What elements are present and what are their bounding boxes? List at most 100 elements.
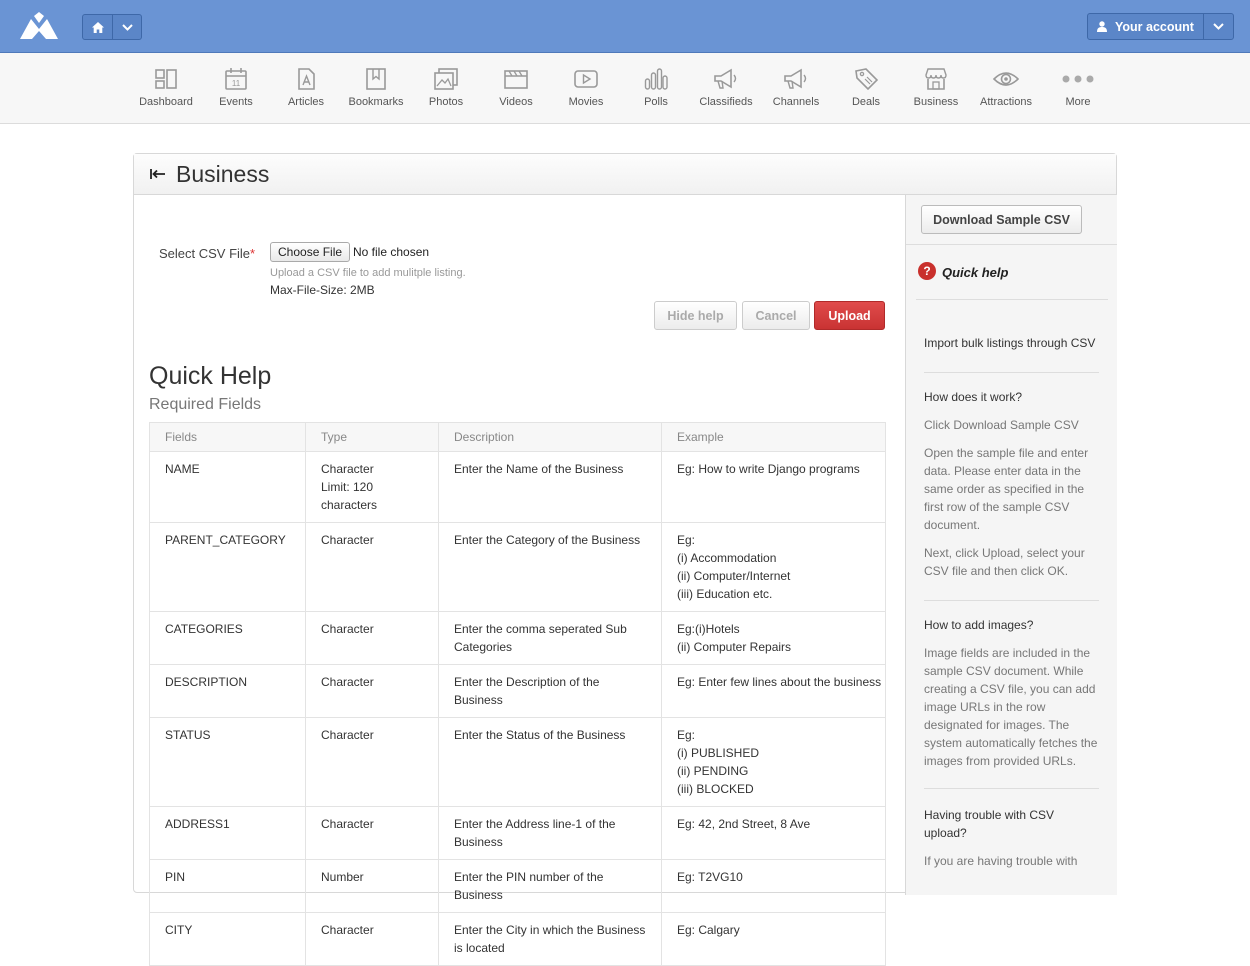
description-cell: Enter the comma seperated Sub Categories xyxy=(438,611,662,665)
trouble-heading: Having trouble with CSV upload? xyxy=(924,808,1055,840)
download-sample-csv-button[interactable]: Download Sample CSV xyxy=(921,205,1082,234)
nav-item-events[interactable]: 11 Events xyxy=(201,68,271,108)
video-icon xyxy=(504,70,528,89)
cancel-button[interactable]: Cancel xyxy=(742,301,810,330)
nav-item-photos[interactable]: Photos xyxy=(411,68,481,108)
type-cell: Character xyxy=(305,806,439,860)
upload-hint: Upload a CSV file to add mulitple listin… xyxy=(270,267,466,279)
type-line: Character xyxy=(321,817,374,831)
type-line: Limit: 120 characters xyxy=(321,480,378,512)
example-line: Eg: 42, 2nd Street, 8 Ave xyxy=(677,817,811,831)
type-cell: Character xyxy=(305,664,439,718)
choose-file-button[interactable]: Choose File xyxy=(270,242,351,262)
nav-item-more[interactable]: More xyxy=(1043,68,1113,108)
photo-icon xyxy=(434,68,458,90)
home-icon xyxy=(91,21,104,33)
type-cell: Character Limit: 120 characters xyxy=(305,451,439,523)
type-line: Character xyxy=(321,923,374,937)
field-cell: CITY xyxy=(149,912,306,966)
example-line: Eg: Enter few lines about the business xyxy=(677,675,882,689)
question-icon: ? xyxy=(918,262,936,280)
example-line: (i) PUBLISHED xyxy=(677,746,760,760)
nav-item-movies[interactable]: Movies xyxy=(551,68,621,108)
example-line: Eg: Calgary xyxy=(677,923,740,937)
field-cell: DESCRIPTION xyxy=(149,664,306,718)
nav-item-bookmarks[interactable]: Bookmarks xyxy=(341,68,411,108)
back-arrow-icon[interactable] xyxy=(150,168,166,180)
type-line: Character xyxy=(321,675,374,689)
max-file-size: Max-File-Size: 2MB xyxy=(270,283,375,297)
nav-label: Deals xyxy=(851,96,881,108)
type-line: Character xyxy=(321,728,374,742)
home-button[interactable] xyxy=(83,15,112,39)
description-cell: Enter the PIN number of the Business xyxy=(438,859,662,913)
column-header: Example xyxy=(661,422,886,452)
example-line: Eg: T2VG10 xyxy=(677,870,743,884)
nav-label: Videos xyxy=(499,96,533,108)
table-row: ADDRESS1 Character Enter the Address lin… xyxy=(149,806,886,860)
example-cell: Eg: Enter few lines about the business xyxy=(661,664,886,718)
column-header: Description xyxy=(438,422,662,452)
type-line: Number xyxy=(321,870,364,884)
nav-item-polls[interactable]: Polls xyxy=(621,68,691,108)
home-dropdown-button[interactable] xyxy=(112,15,141,39)
example-line: Eg:(i)Hotels xyxy=(677,622,740,636)
example-cell: Eg: (i) PUBLISHED (ii) PENDING (iii) BLO… xyxy=(661,717,886,807)
table-row: STATUS Character Enter the Status of the… xyxy=(149,717,886,807)
hide-help-button[interactable]: Hide help xyxy=(654,301,737,330)
nav-item-attractions[interactable]: Attractions xyxy=(971,68,1041,108)
table-row: CATEGORIES Character Enter the comma sep… xyxy=(149,611,886,665)
calendar-icon: 11 xyxy=(225,68,247,90)
file-status: No file chosen xyxy=(353,245,430,259)
images-heading: How to add images? xyxy=(924,618,1034,632)
field-cell: ADDRESS1 xyxy=(149,806,306,860)
description-cell: Enter the Address line-1 of the Business xyxy=(438,806,662,860)
user-icon xyxy=(1097,21,1107,32)
nav-label: Channels xyxy=(772,96,820,108)
table-header-row: Fields Type Description Example xyxy=(149,422,886,452)
nav-label: Classifieds xyxy=(699,96,753,108)
example-cell: Eg: Calgary xyxy=(661,912,886,966)
example-line: (i) Accommodation xyxy=(677,551,777,565)
type-line: Character xyxy=(321,462,374,476)
nav-item-deals[interactable]: Deals xyxy=(831,68,901,108)
tag-icon xyxy=(855,68,878,90)
nav-item-channels[interactable]: Channels xyxy=(761,68,831,108)
help-sidebar: Download Sample CSV ? Quick help Import … xyxy=(905,195,1117,895)
how-step-3: Next, click Upload, select your CSV file… xyxy=(924,546,1085,578)
type-cell: Character xyxy=(305,912,439,966)
account-label: Your account xyxy=(1115,19,1194,34)
divider xyxy=(924,600,1099,601)
quick-help-heading: Quick Help xyxy=(149,362,272,390)
nav-item-videos[interactable]: Videos xyxy=(481,68,551,108)
account-button[interactable]: Your account xyxy=(1088,14,1203,39)
table-row: PIN Number Enter the PIN number of the B… xyxy=(149,859,886,913)
example-line: Eg: xyxy=(677,728,696,742)
csv-file-label: Select CSV File* xyxy=(159,246,255,261)
nav-item-dashboard[interactable]: Dashboard xyxy=(131,68,201,108)
type-cell: Character xyxy=(305,717,439,807)
logo[interactable] xyxy=(18,12,60,40)
nav-item-articles[interactable]: Articles xyxy=(271,68,341,108)
eye-icon xyxy=(993,72,1019,86)
table-row: CITY Character Enter the City in which t… xyxy=(149,912,886,966)
chevron-down-icon xyxy=(121,23,133,31)
example-cell: Eg:(i)Hotels (ii) Computer Repairs xyxy=(661,611,886,665)
nav-item-business[interactable]: Business xyxy=(901,68,971,108)
nav-label: Events xyxy=(219,96,253,108)
example-cell: Eg: How to write Django programs xyxy=(661,451,886,523)
store-icon xyxy=(925,68,947,90)
trouble-text: If you are having trouble with xyxy=(924,854,1078,868)
panel-header: Business xyxy=(134,154,1116,195)
column-header: Fields xyxy=(149,422,306,452)
nav-item-classifieds[interactable]: Classifieds xyxy=(691,68,761,108)
account-menu[interactable]: Your account xyxy=(1087,13,1234,40)
nav-label: Business xyxy=(913,96,959,108)
nav-label: Photos xyxy=(428,96,464,108)
upload-button[interactable]: Upload xyxy=(814,301,885,330)
description-cell: Enter the Category of the Business xyxy=(438,522,662,612)
csv-file-label-text: Select CSV File xyxy=(159,246,251,261)
description-cell: Enter the City in which the Business is … xyxy=(438,912,662,966)
account-dropdown-button[interactable] xyxy=(1203,14,1233,39)
nav-label: Polls xyxy=(644,96,668,108)
